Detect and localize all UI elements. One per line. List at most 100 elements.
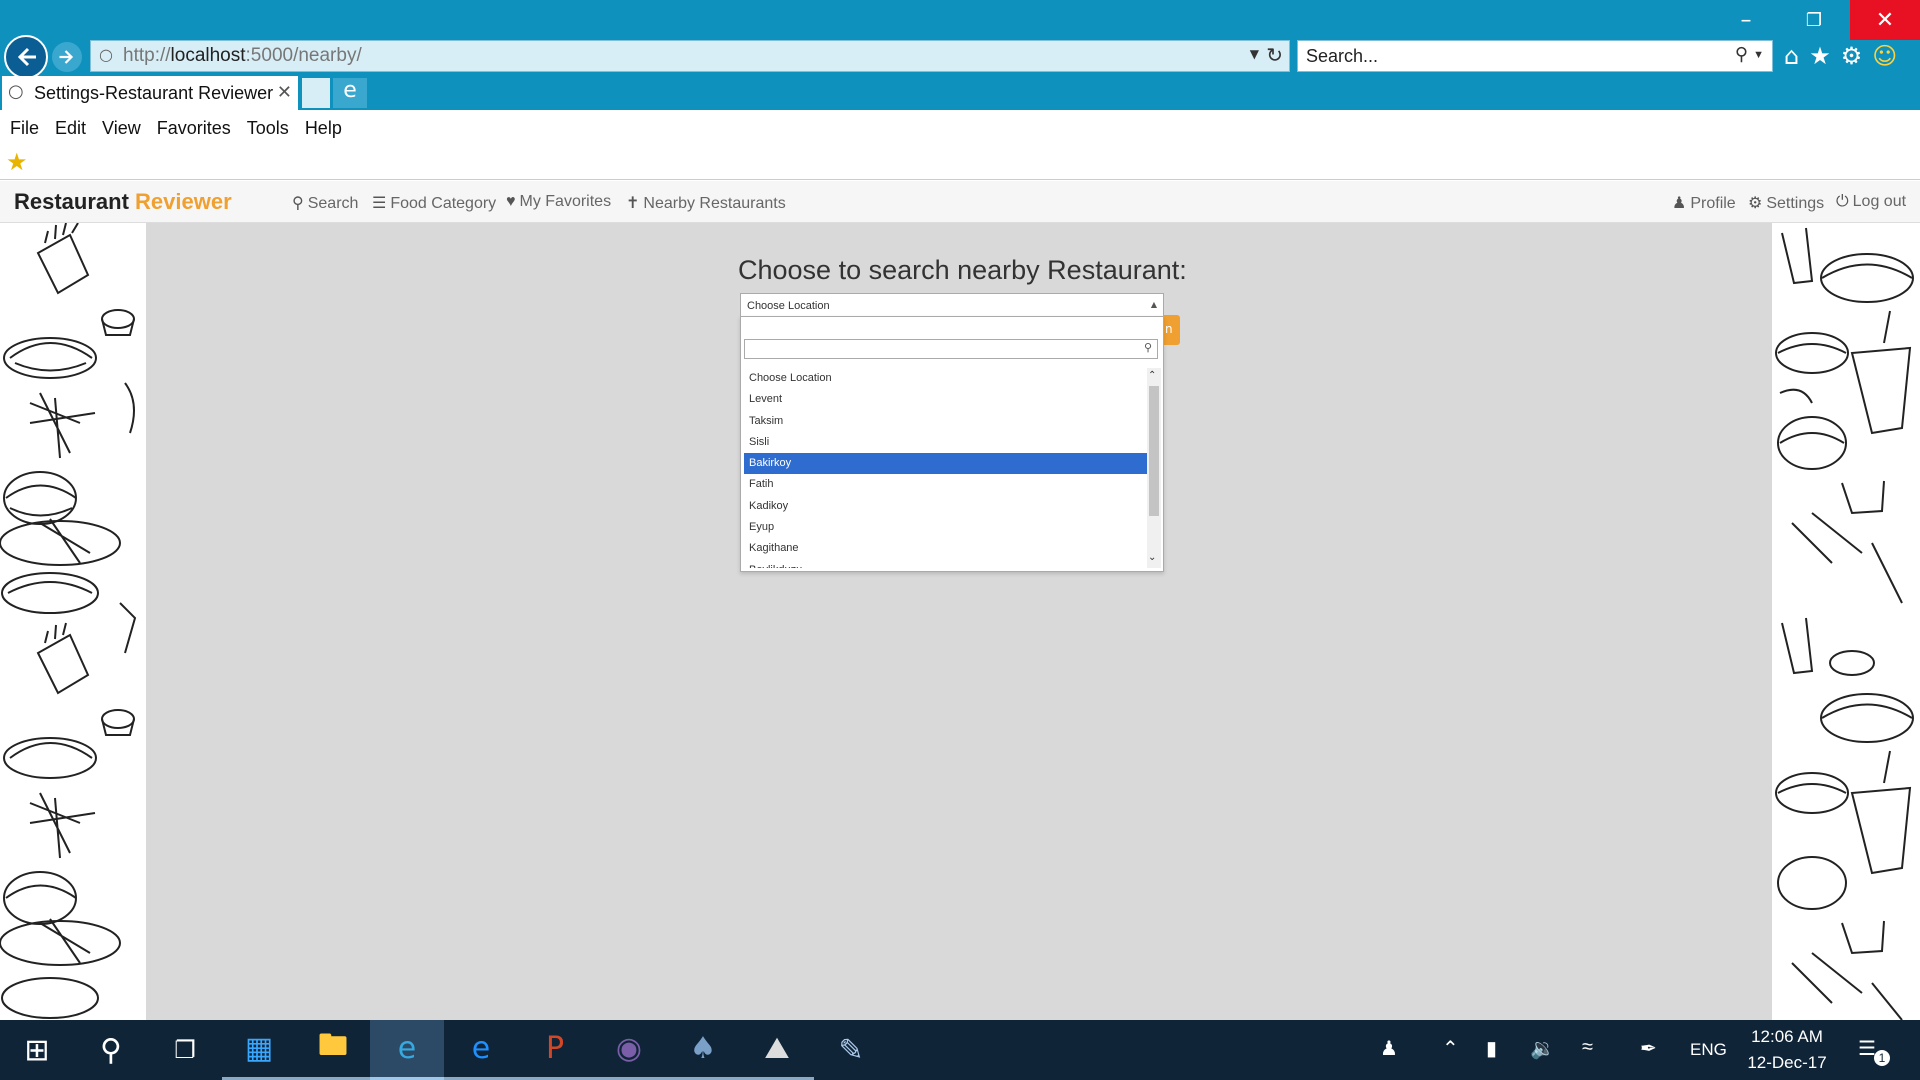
nav-nearby-restaurants[interactable]: ✝ Nearby Restaurants <box>626 193 786 213</box>
nav-search[interactable]: ⚲ Search <box>292 193 358 213</box>
task-view-icon[interactable]: ❐ <box>148 1020 222 1080</box>
location-filter-input[interactable]: ⚲ <box>744 339 1158 359</box>
user-icon: ♟ <box>1672 195 1687 212</box>
new-tab-button[interactable] <box>302 78 330 108</box>
back-button[interactable] <box>4 35 48 79</box>
list-icon: ☰ <box>372 195 387 212</box>
back-arrow-icon <box>17 47 36 67</box>
search-submit-button[interactable]: n <box>1162 315 1180 345</box>
food-doodle-left <box>0 223 146 1020</box>
volume-icon[interactable]: 🔉 <box>1530 1036 1555 1061</box>
tab-title: Settings-Restaurant Reviewer <box>34 82 274 103</box>
address-bar[interactable]: ○ http://localhost:5000/nearby/ ▼ ↻ <box>90 40 1290 72</box>
location-option-kadikoy[interactable]: Kadikoy <box>744 496 1147 517</box>
site-navbar: Restaurant Reviewer ⚲ Search ☰ Food Catego… <box>0 181 1920 223</box>
windows-taskbar: ⊞ ⚲ ❐ ▦ 🖿 e e P ◉ ♠ ⛰ ✎ ♟ ⌃ ▮ 🔉 ≈ ✒ ENG … <box>0 1020 1920 1080</box>
show-hidden-icons-chevron-icon[interactable]: ⌃ <box>1442 1036 1459 1061</box>
file-explorer-icon[interactable]: 🖿 <box>296 1020 370 1080</box>
food-doodle-right <box>1772 223 1920 1020</box>
clock[interactable]: 12:06 AM 12-Dec-17 <box>1742 1024 1832 1076</box>
battery-icon[interactable]: ▮ <box>1486 1036 1497 1061</box>
tab-favicon-icon: ○ <box>8 81 24 102</box>
restore-button[interactable]: ❐ <box>1784 0 1844 40</box>
paint-icon[interactable]: ✎ <box>814 1020 888 1080</box>
power-icon: ⏻ <box>1836 193 1849 210</box>
nav-profile[interactable]: ♟ Profile <box>1672 193 1736 213</box>
add-favorite-star-icon[interactable]: ★ <box>6 148 28 176</box>
nav-settings[interactable]: ⚙ Settings <box>1748 193 1824 213</box>
browser-toolbar-icons: ⌂ ★ ⚙ ☺ <box>1784 42 1897 70</box>
location-dropdown: ⚲ Choose Location Levent Taksim Sisli Bakirk… <box>740 316 1164 572</box>
food-doodle-illustration <box>0 223 137 1019</box>
refresh-icon[interactable]: ↻ <box>1266 43 1283 67</box>
close-tab-icon[interactable]: ✕ <box>277 82 292 103</box>
clock-date: 12-Dec-17 <box>1747 1053 1827 1072</box>
cutlery-icon: ✝ <box>626 195 640 212</box>
search-icon[interactable]: ⚲ <box>1735 44 1748 65</box>
search-dropdown-icon[interactable]: ▼ <box>1753 49 1764 61</box>
food-doodle-illustration <box>1775 227 1914 1020</box>
location-option-sisli[interactable]: Sisli <box>744 432 1147 453</box>
internet-explorer-icon[interactable]: e <box>370 1020 444 1080</box>
edge-icon[interactable]: e <box>444 1020 518 1080</box>
gear-icon[interactable]: ⚙ <box>1841 42 1863 70</box>
search-icon: ⚲ <box>1143 341 1152 354</box>
menu-edit[interactable]: Edit <box>55 118 86 139</box>
notification-badge: 1 <box>1874 1050 1890 1066</box>
search-icon[interactable]: ⚲ <box>74 1020 148 1080</box>
location-option-fatih[interactable]: Fatih <box>744 474 1147 495</box>
location-option-kagithane[interactable]: Kagithane <box>744 538 1147 559</box>
eclipse-icon[interactable]: ◉ <box>592 1020 666 1080</box>
location-option-bakirkoy[interactable]: Bakirkoy <box>744 453 1147 475</box>
scroll-down-icon[interactable]: ⌄ <box>1148 552 1156 563</box>
nav-my-favorites[interactable]: ♥ My Favorites <box>506 193 611 211</box>
dropdown-scrollbar[interactable]: ⌃ ⌄ <box>1147 368 1161 568</box>
menu-help[interactable]: Help <box>305 118 342 139</box>
site-favicon-icon: ○ <box>99 45 113 64</box>
page-title: Choose to search nearby Restaurant: <box>738 255 1187 285</box>
smiley-icon[interactable]: ☺ <box>1872 42 1897 70</box>
menu-favorites[interactable]: Favorites <box>157 118 231 139</box>
gear-icon: ⚙ <box>1748 195 1763 212</box>
browser-titlebar: ○ http://localhost:5000/nearby/ ▼ ↻ Sear… <box>0 0 1920 110</box>
location-option-eyup[interactable]: Eyup <box>744 517 1147 538</box>
people-icon[interactable]: ♟ <box>1380 1036 1398 1061</box>
menu-bar: File Edit View Favorites Tools Help <box>0 110 1920 146</box>
address-url: http://localhost:5000/nearby/ <box>123 45 362 66</box>
forward-arrow-icon <box>59 50 74 64</box>
search-icon: ⚲ <box>292 195 304 212</box>
browser-search-input[interactable]: Search... ⚲ ▼ <box>1297 40 1773 72</box>
nav-logout[interactable]: ⏻ Log out <box>1836 193 1906 211</box>
home-icon[interactable]: ⌂ <box>1784 42 1799 70</box>
location-option-choose-location[interactable]: Choose Location <box>744 368 1147 389</box>
location-option-taksim[interactable]: Taksim <box>744 411 1147 432</box>
wifi-icon[interactable]: ≈ <box>1582 1036 1593 1059</box>
forward-button[interactable] <box>52 42 82 72</box>
store-icon[interactable]: ▦ <box>222 1020 296 1080</box>
pen-icon[interactable]: ✒ <box>1640 1036 1657 1061</box>
minimize-button[interactable]: – <box>1716 0 1776 40</box>
location-select-value: Choose Location <box>747 300 830 312</box>
favorites-star-icon[interactable]: ★ <box>1809 42 1831 70</box>
powerpoint-icon[interactable]: P <box>518 1020 592 1080</box>
close-window-button[interactable]: ✕ <box>1850 0 1920 40</box>
photos-icon[interactable]: ⛰ <box>740 1020 814 1080</box>
start-windows-icon[interactable]: ⊞ <box>0 1020 74 1080</box>
scroll-up-icon[interactable]: ⌃ <box>1148 370 1156 381</box>
scrollbar-thumb[interactable] <box>1149 386 1159 516</box>
postgresql-icon[interactable]: ♠ <box>666 1020 740 1080</box>
menu-view[interactable]: View <box>102 118 141 139</box>
input-language[interactable]: ENG <box>1690 1040 1727 1060</box>
nav-food-category[interactable]: ☰ Food Category <box>372 193 496 213</box>
tab-settings-restaurant-reviewer[interactable]: ○ Settings-Restaurant Reviewer ✕ <box>2 76 298 110</box>
location-option-beylikduzu[interactable]: Beylikduzu <box>744 560 1147 568</box>
ie-tab-icon[interactable]: e <box>333 78 367 108</box>
menu-tools[interactable]: Tools <box>247 118 289 139</box>
favorites-bar: ★ <box>0 146 1920 180</box>
chevron-up-icon: ▲ <box>1150 300 1157 309</box>
location-option-levent[interactable]: Levent <box>744 389 1147 410</box>
menu-file[interactable]: File <box>10 118 39 139</box>
dropdown-arrow-icon[interactable]: ▼ <box>1250 47 1259 61</box>
clock-time: 12:06 AM <box>1751 1027 1823 1046</box>
site-brand[interactable]: Restaurant Reviewer <box>14 189 232 215</box>
